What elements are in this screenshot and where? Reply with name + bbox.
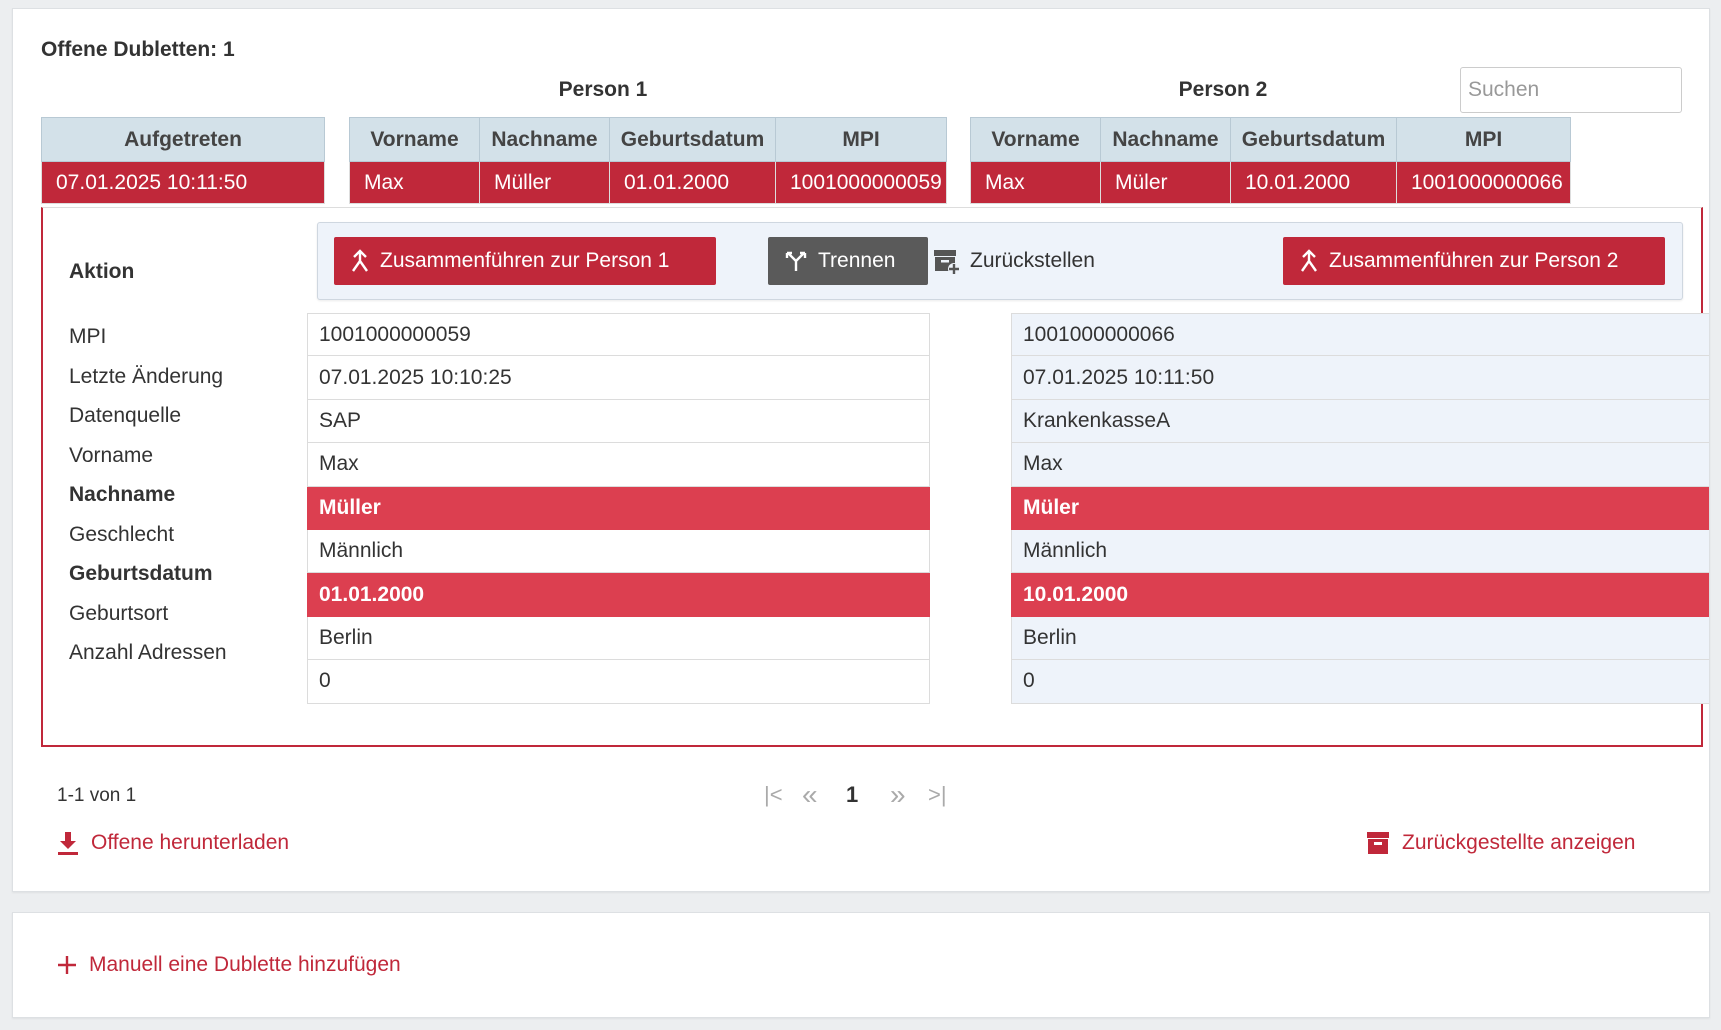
prev-page-icon[interactable]: « xyxy=(802,779,846,811)
download-link[interactable]: Offene herunterladen xyxy=(57,830,289,856)
column-header-mpi[interactable]: MPI xyxy=(775,117,947,162)
p1-value-letzte-aenderung: 07.01.2025 10:10:25 xyxy=(307,356,930,400)
p1-nachname-cell[interactable]: Müller xyxy=(479,161,610,204)
p1-mpi-cell[interactable]: 1001000000059 xyxy=(775,161,947,204)
label-datenquelle: Datenquelle xyxy=(69,404,182,427)
search-input[interactable] xyxy=(1460,67,1682,113)
add-manual-duplicate-label: Manuell eine Dublette hinzufügen xyxy=(89,953,401,976)
p2-geburtsdatum-cell[interactable]: 10.01.2000 xyxy=(1230,161,1397,204)
split-button[interactable]: Trennen xyxy=(768,237,928,285)
label-vorname: Vorname xyxy=(69,444,154,467)
person1-table: Vorname Nachname Geburtsdatum MPI Max Mü… xyxy=(349,117,947,204)
merge-icon xyxy=(1301,249,1317,272)
p1-vorname-cell[interactable]: Max xyxy=(349,161,480,204)
person2-heading: Person 2 xyxy=(1178,78,1268,101)
column-header-mpi[interactable]: MPI xyxy=(1396,117,1571,162)
download-icon xyxy=(58,832,78,855)
p2-value-letzte-aenderung: 07.01.2025 10:11:50 xyxy=(1011,356,1709,400)
p2-value-geschlecht: Männlich xyxy=(1011,529,1709,574)
column-header-vorname[interactable]: Vorname xyxy=(349,117,480,162)
p2-value-vorname: Max xyxy=(1011,443,1709,487)
next-page-icon[interactable]: » xyxy=(890,779,928,811)
plus-icon xyxy=(58,956,76,974)
p2-value-geburtsort: Berlin xyxy=(1011,616,1709,661)
action-bar: Zusammenführen zur Person 1 Trennen Zurü… xyxy=(317,222,1683,300)
p1-value-geschlecht: Männlich xyxy=(307,529,930,574)
person2-values: 1001000000066 07.01.2025 10:11:50 Kranke… xyxy=(1011,313,1709,704)
p2-mpi-cell[interactable]: 1001000000066 xyxy=(1396,161,1571,204)
split-icon xyxy=(785,251,807,271)
p1-geburtsdatum-cell[interactable]: 01.01.2000 xyxy=(609,161,776,204)
p2-value-datenquelle: KrankenkasseA xyxy=(1011,399,1709,444)
table-row[interactable]: 07.01.2025 10:11:50 xyxy=(41,161,325,204)
split-label: Trennen xyxy=(818,249,896,272)
p1-value-mpi: 1001000000059 xyxy=(307,313,930,357)
label-mpi: MPI xyxy=(69,325,107,348)
detail-panel: Aktion Zusammenführen zur Person 1 Trenn… xyxy=(41,207,1709,747)
first-page-icon[interactable]: |< xyxy=(764,782,802,808)
current-page[interactable]: 1 xyxy=(846,782,890,808)
archive-add-icon xyxy=(934,250,960,275)
page-title: Offene Dubletten: 1 xyxy=(41,38,235,61)
column-header-geburtsdatum[interactable]: Geburtsdatum xyxy=(609,117,776,162)
label-nachname: Nachname xyxy=(69,483,176,506)
person1-heading: Person 1 xyxy=(558,78,648,101)
table-row[interactable]: Max Müler 10.01.2000 1001000000066 xyxy=(970,161,1571,204)
merge-to-person2-label: Zusammenführen zur Person 2 xyxy=(1329,249,1619,272)
label-geburtsort: Geburtsort xyxy=(69,602,169,625)
p2-vorname-cell[interactable]: Max xyxy=(970,161,1101,204)
p1-value-nachname: Müller xyxy=(307,486,930,530)
download-label: Offene herunterladen xyxy=(91,831,290,854)
archive-icon xyxy=(1367,832,1389,854)
pagination-count: 1-1 von 1 xyxy=(57,785,137,806)
column-header-nachname[interactable]: Nachname xyxy=(479,117,610,162)
label-geschlecht: Geschlecht xyxy=(69,523,175,546)
p1-value-anzahl-adressen: 0 xyxy=(307,660,930,704)
column-header-geburtsdatum[interactable]: Geburtsdatum xyxy=(1230,117,1397,162)
p2-value-nachname: Müler xyxy=(1011,486,1709,530)
duplicates-card: Offene Dubletten: 1 Person 1 Person 2 Au… xyxy=(12,8,1710,892)
defer-label: Zurückstellen xyxy=(970,249,1095,272)
label-geburtsdatum: Geburtsdatum xyxy=(69,562,213,585)
p2-value-geburtsdatum: 10.01.2000 xyxy=(1011,573,1709,617)
label-letzte-aenderung: Letzte Änderung xyxy=(69,365,224,388)
p1-value-vorname: Max xyxy=(307,443,930,487)
merge-to-person1-button[interactable]: Zusammenführen zur Person 1 xyxy=(334,237,716,285)
p2-value-anzahl-adressen: 0 xyxy=(1011,660,1709,704)
p2-nachname-cell[interactable]: Müler xyxy=(1100,161,1231,204)
action-label: Aktion xyxy=(69,260,135,283)
show-deferred-link[interactable]: Zurückgestellte anzeigen xyxy=(1366,830,1635,856)
show-deferred-label: Zurückgestellte anzeigen xyxy=(1402,831,1636,854)
label-anzahl-adressen: Anzahl Adressen xyxy=(69,641,227,664)
defer-button[interactable]: Zurückstellen xyxy=(932,237,1112,285)
p1-value-geburtsort: Berlin xyxy=(307,616,930,661)
p2-value-mpi: 1001000000066 xyxy=(1011,313,1709,357)
column-header-nachname[interactable]: Nachname xyxy=(1100,117,1231,162)
occurred-cell[interactable]: 07.01.2025 10:11:50 xyxy=(41,161,325,204)
p1-value-geburtsdatum: 01.01.2000 xyxy=(307,573,930,617)
add-duplicate-card: Manuell eine Dublette hinzufügen xyxy=(12,912,1710,1018)
add-manual-duplicate-link[interactable]: Manuell eine Dublette hinzufügen xyxy=(57,953,401,977)
merge-to-person2-button[interactable]: Zusammenführen zur Person 2 xyxy=(1283,237,1665,285)
merge-to-person1-label: Zusammenführen zur Person 1 xyxy=(380,249,670,272)
pagination: |< « 1 » >| xyxy=(764,779,966,811)
merge-icon xyxy=(352,249,368,272)
person1-values: 1001000000059 07.01.2025 10:10:25 SAP Ma… xyxy=(307,313,930,704)
last-page-icon[interactable]: >| xyxy=(928,782,966,808)
person2-table: Vorname Nachname Geburtsdatum MPI Max Mü… xyxy=(970,117,1571,204)
p1-value-datenquelle: SAP xyxy=(307,399,930,444)
column-header-occurred[interactable]: Aufgetreten xyxy=(41,117,325,162)
occurred-table: Aufgetreten 07.01.2025 10:11:50 xyxy=(41,117,325,204)
column-header-vorname[interactable]: Vorname xyxy=(970,117,1101,162)
table-row[interactable]: Max Müller 01.01.2000 1001000000059 xyxy=(349,161,947,204)
